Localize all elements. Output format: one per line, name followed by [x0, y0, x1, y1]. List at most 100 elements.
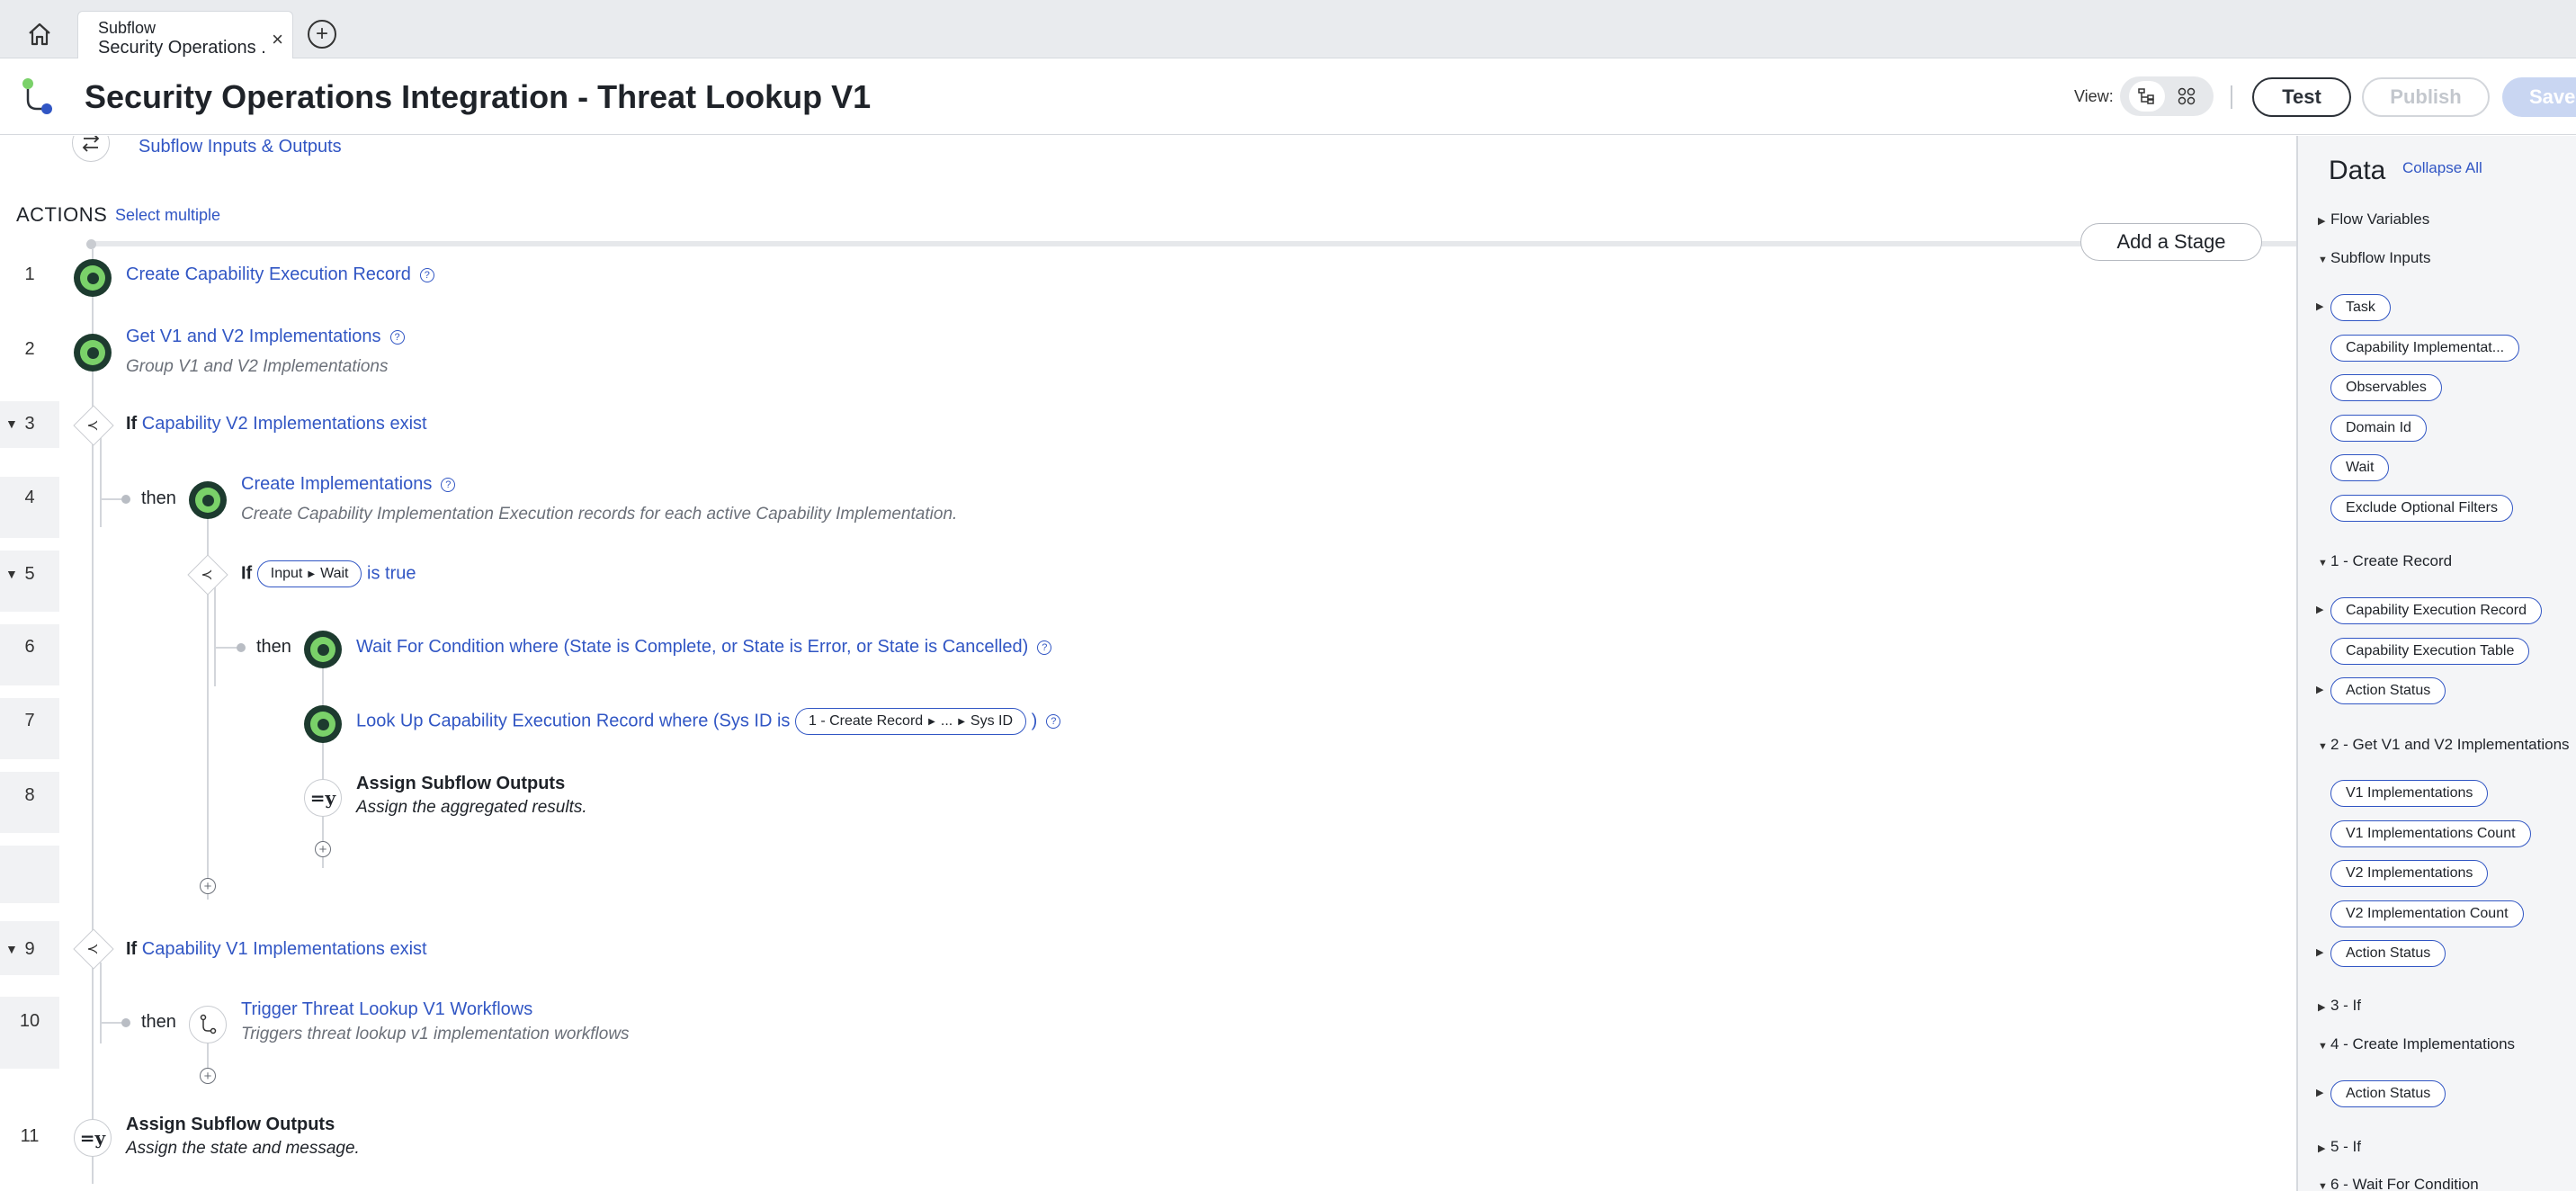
header: Security Operations Integration - Threat… — [0, 58, 2576, 135]
page-title: Security Operations Integration - Threat… — [85, 78, 872, 115]
data-pill-action-status[interactable]: Action Status — [2330, 1080, 2446, 1107]
branch-line-3 — [100, 437, 102, 527]
grid-view-icon[interactable] — [2169, 81, 2205, 112]
data-pill-exclude-optional-filters[interactable]: Exclude Optional Filters — [2330, 495, 2513, 522]
data-pill-input-wait[interactable]: Input ▶ Wait — [256, 560, 362, 587]
branch-line-5 — [214, 587, 216, 686]
collapse-triangle-icon[interactable]: ▼ — [5, 942, 18, 956]
step-7-title[interactable]: Look Up Capability Execution Record wher… — [356, 708, 1061, 735]
view-label: View: — [2074, 87, 2114, 105]
section-create-implementations[interactable]: ▼ 4 - Create Implementations — [2318, 1035, 2515, 1053]
stage-track — [90, 241, 2296, 246]
add-tab-icon[interactable]: + — [308, 20, 336, 49]
data-pill-domain-id[interactable]: Domain Id — [2330, 415, 2427, 442]
data-pill-capability-execution-table[interactable]: Capability Execution Table — [2330, 638, 2530, 665]
row-number: 6 — [24, 637, 35, 657]
save-button[interactable]: Save — [2502, 77, 2576, 117]
step-4-title[interactable]: Create Implementations? — [241, 474, 456, 495]
if-keyword: If — [126, 939, 138, 959]
help-icon[interactable]: ? — [441, 478, 456, 492]
publish-button[interactable]: Publish — [2362, 77, 2490, 117]
test-button[interactable]: Test — [2252, 77, 2351, 117]
swap-arrows-icon[interactable] — [72, 136, 110, 162]
step-11-title[interactable]: Assign Subflow Outputs — [126, 1115, 335, 1135]
expand-triangle-icon[interactable]: ▶ — [2316, 1087, 2323, 1098]
subflow-inputs-outputs-link[interactable]: Subflow Inputs & Outputs — [139, 137, 342, 157]
branch-body-line-5 — [322, 667, 324, 868]
home-icon[interactable] — [22, 16, 58, 52]
add-step-icon[interactable]: + — [315, 841, 331, 857]
branch-line-9 — [100, 963, 102, 1043]
step-6-title[interactable]: Wait For Condition where (State is Compl… — [356, 637, 1052, 658]
then-keyword: then — [141, 1012, 176, 1032]
section-create-record[interactable]: ▼ 1 - Create Record — [2318, 552, 2452, 570]
section-subflow-inputs[interactable]: ▼ Subflow Inputs — [2318, 249, 2431, 267]
expand-triangle-icon[interactable]: ▶ — [2316, 300, 2323, 312]
data-pill-sys-id[interactable]: 1 - Create Record ▶... ▶ Sys ID — [795, 708, 1027, 735]
step-8-description: Assign the aggregated results. — [356, 798, 587, 817]
data-pill-v1-implementations-count[interactable]: V1 Implementations Count — [2330, 820, 2531, 847]
data-pill-v2-implementation-count[interactable]: V2 Implementation Count — [2330, 900, 2524, 927]
section-get-implementations[interactable]: ▼ 2 - Get V1 and V2 Implementations — [2318, 736, 2570, 754]
row-number: 7 — [24, 711, 35, 730]
step-8-title[interactable]: Assign Subflow Outputs — [356, 774, 565, 794]
step-10-title[interactable]: Trigger Threat Lookup V1 Workflows — [241, 999, 532, 1020]
then-dot — [121, 1018, 130, 1027]
assign-icon[interactable]: =y — [304, 779, 342, 817]
collapse-all-link[interactable]: Collapse All — [2402, 159, 2482, 177]
action-icon[interactable] — [74, 334, 112, 372]
action-icon[interactable] — [304, 705, 342, 743]
tree-view-icon[interactable] — [2129, 81, 2165, 112]
data-pill-capability-implementation[interactable]: Capability Implementat... — [2330, 335, 2520, 362]
add-step-icon[interactable]: + — [200, 1068, 216, 1084]
help-icon[interactable]: ? — [419, 268, 434, 282]
step-2-title[interactable]: Get V1 and V2 Implementations? — [126, 327, 405, 347]
collapse-triangle-icon[interactable]: ▼ — [5, 416, 18, 431]
collapse-triangle-icon[interactable]: ▼ — [5, 567, 18, 581]
data-pill-observables[interactable]: Observables — [2330, 374, 2442, 401]
step-4-description: Create Capability Implementation Executi… — [241, 505, 958, 524]
row-number: 8 — [24, 785, 35, 805]
section-if-3[interactable]: ▶ 3 - If — [2318, 997, 2361, 1015]
data-pill-action-status[interactable]: Action Status — [2330, 940, 2446, 967]
trigger-subflow-icon[interactable] — [189, 1006, 227, 1043]
action-icon[interactable] — [74, 259, 112, 297]
section-if-5[interactable]: ▶ 5 - If — [2318, 1138, 2361, 1156]
action-icon[interactable] — [304, 631, 342, 668]
section-wait-for-condition[interactable]: ▼ 6 - Wait For Condition — [2318, 1176, 2479, 1191]
help-icon[interactable]: ? — [389, 330, 405, 345]
select-multiple-link[interactable]: Select multiple — [115, 206, 220, 225]
add-stage-button[interactable]: Add a Stage — [2080, 223, 2262, 261]
step-5-condition[interactable]: If Input ▶ Wait is true — [241, 560, 416, 587]
expand-triangle-icon: ▶ — [2318, 216, 2326, 227]
data-pill-action-status[interactable]: Action Status — [2330, 677, 2446, 704]
if-keyword: If — [126, 414, 138, 434]
help-icon[interactable]: ? — [1037, 640, 1052, 655]
close-icon[interactable]: × — [272, 28, 283, 51]
section-flow-variables[interactable]: ▶ Flow Variables — [2318, 210, 2429, 228]
expand-triangle-icon: ▶ — [2318, 1002, 2326, 1013]
row-gutter-8b — [0, 846, 59, 903]
data-pill-v1-implementations[interactable]: V1 Implementations — [2330, 780, 2489, 807]
tab-type-label: Subflow — [98, 19, 157, 37]
if-keyword: If — [241, 563, 253, 584]
add-step-icon[interactable]: + — [200, 878, 216, 894]
help-icon[interactable]: ? — [1046, 714, 1061, 730]
then-keyword: then — [141, 488, 176, 508]
expand-triangle-icon[interactable]: ▶ — [2316, 604, 2323, 615]
data-pill-wait[interactable]: Wait — [2330, 454, 2390, 481]
data-pill-task[interactable]: Task — [2330, 294, 2391, 321]
tab-subflow[interactable]: Subflow Security Operations ... × — [77, 11, 293, 59]
data-pill-capability-execution-record[interactable]: Capability Execution Record — [2330, 597, 2542, 624]
data-pill-v2-implementations[interactable]: V2 Implementations — [2330, 860, 2489, 887]
flow-logo-icon — [20, 76, 56, 118]
assign-icon[interactable]: =y — [74, 1119, 112, 1157]
action-icon[interactable] — [189, 481, 227, 519]
step-1-title[interactable]: Create Capability Execution Record? — [126, 264, 434, 285]
step-3-condition[interactable]: If Capability V2 Implementations exist — [126, 414, 427, 434]
expand-triangle-icon[interactable]: ▶ — [2316, 684, 2323, 695]
expand-triangle-icon[interactable]: ▶ — [2316, 946, 2323, 958]
step-10-description: Triggers threat lookup v1 implementation… — [241, 1025, 630, 1043]
actions-title: ACTIONS — [16, 203, 108, 226]
step-9-condition[interactable]: If Capability V1 Implementations exist — [126, 939, 427, 960]
